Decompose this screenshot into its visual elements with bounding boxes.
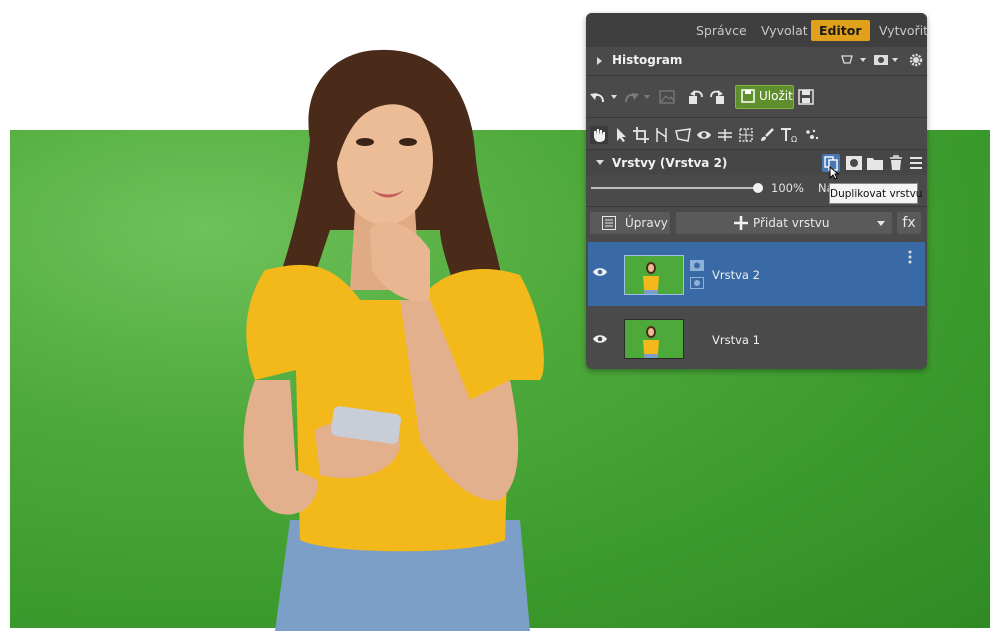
level-tool-icon[interactable] (717, 127, 733, 143)
divider (586, 206, 927, 207)
delete-layer-trash-icon[interactable] (889, 155, 903, 171)
histogram-options-icon[interactable] (840, 53, 868, 67)
save-button[interactable]: Uložit (735, 85, 794, 109)
adjustments-icon (602, 216, 616, 230)
effects-tool-icon[interactable] (804, 127, 820, 143)
opacity-slider-track[interactable] (591, 187, 759, 189)
selection-tool-icon[interactable] (738, 127, 754, 143)
mouse-cursor-icon (829, 166, 839, 180)
fx-button[interactable]: fx (897, 212, 921, 234)
layer-mask-indicator-icon[interactable] (690, 260, 704, 290)
text-tool-icon[interactable]: Ω (780, 127, 798, 143)
opacity-slider-thumb[interactable] (753, 183, 763, 193)
rotate-left-icon[interactable] (687, 88, 705, 106)
brush-tool-icon[interactable] (759, 127, 775, 143)
duplicate-layer-tooltip: Duplikovat vrstvu (829, 183, 922, 204)
straighten-tool-icon[interactable] (654, 127, 670, 143)
adjustments-button[interactable]: Úpravy (590, 212, 670, 234)
opacity-value: 100% (771, 181, 804, 195)
tab-spravce[interactable]: Správce (688, 20, 755, 41)
tab-vyvolat[interactable]: Vyvolat (753, 20, 816, 41)
layer-name: Vrstva 2 (712, 268, 760, 282)
svg-text:Ω: Ω (791, 135, 797, 143)
save-as-icon[interactable] (798, 89, 814, 105)
histogram-expand-icon[interactable] (597, 57, 602, 65)
add-layer-button[interactable]: Přidat vrstvu (676, 212, 892, 234)
save-label: Uložit (759, 89, 793, 103)
tab-vytvorit[interactable]: Vytvořit (871, 20, 927, 41)
new-group-folder-icon[interactable] (867, 156, 883, 170)
layers-title: Vrstvy (Vrstva 2) (612, 156, 728, 170)
image-icon (659, 89, 675, 105)
layer-thumbnail (624, 319, 684, 359)
save-disk-icon (741, 89, 755, 103)
pointer-tool-icon[interactable] (614, 127, 628, 143)
divider (586, 117, 927, 118)
redo-icon (622, 89, 652, 105)
layer-more-options-icon[interactable] (908, 250, 912, 264)
hand-tool-icon[interactable] (590, 126, 608, 144)
layers-menu-icon[interactable] (910, 156, 922, 170)
visibility-eye-icon[interactable] (592, 266, 608, 278)
undo-icon[interactable] (589, 89, 619, 105)
settings-gear-icon[interactable] (908, 52, 924, 68)
divider (586, 75, 927, 76)
layers-collapse-icon[interactable] (596, 160, 604, 165)
mode-bar: Správce Vyvolat Editor Vytvořit (586, 13, 927, 47)
visibility-eye-icon[interactable] (592, 333, 608, 345)
mask-view-icon[interactable] (873, 53, 899, 67)
redeye-tool-icon[interactable] (696, 127, 712, 143)
adjustments-label: Úpravy (625, 216, 668, 230)
layer-name: Vrstva 1 (712, 333, 760, 347)
rotate-right-icon[interactable] (708, 88, 726, 106)
add-layer-label: Přidat vrstvu (753, 216, 830, 230)
histogram-title: Histogram (612, 53, 683, 67)
plus-icon (734, 216, 748, 230)
crop-tool-icon[interactable] (633, 127, 649, 143)
tab-editor[interactable]: Editor (811, 20, 870, 41)
layer-thumbnail (624, 255, 684, 295)
layer-row-vrstva-2[interactable]: Vrstva 2 (588, 242, 925, 306)
layer-mask-icon[interactable] (846, 156, 862, 170)
perspective-tool-icon[interactable] (675, 127, 691, 143)
layer-row-vrstva-1[interactable]: Vrstva 1 (588, 308, 925, 369)
chevron-down-icon (877, 221, 885, 226)
